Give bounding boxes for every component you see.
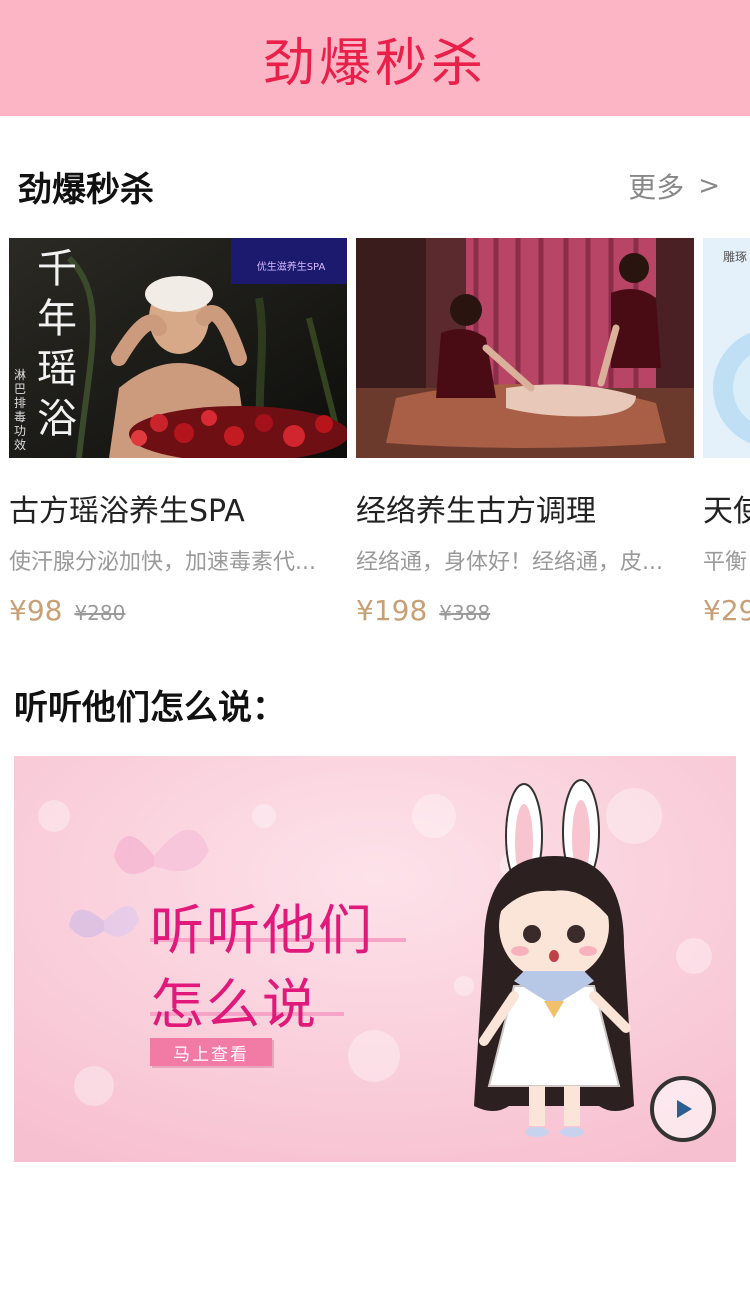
- product-title: 古方瑶浴养生SPA: [9, 494, 245, 529]
- flash-sale-carousel[interactable]: 优生滋养生SPA 千年瑶浴 淋巴排毒功效 古方瑶浴养生SPA 使汗腺分泌加快，加…: [0, 238, 750, 628]
- more-link[interactable]: 更多 >: [628, 166, 720, 206]
- product-image[interactable]: 雕琢: [703, 238, 750, 458]
- product-card[interactable]: 雕琢 天使 平衡 ¥29: [703, 238, 750, 627]
- price-current: ¥198: [356, 594, 428, 627]
- price-original: ¥280: [74, 601, 126, 625]
- product-price: ¥198 ¥388: [356, 594, 694, 627]
- chevron-right-icon: >: [698, 171, 720, 201]
- product-title: 天使: [703, 494, 750, 529]
- top-bar: 劲爆秒杀: [0, 0, 750, 116]
- product-card[interactable]: 经络养生古方调理 经络通，身体好！经络通，皮... ¥198 ¥388: [356, 238, 694, 627]
- more-label: 更多: [628, 171, 685, 204]
- product-image[interactable]: 优生滋养生SPA 千年瑶浴 淋巴排毒功效: [9, 238, 347, 458]
- product-desc: 平衡: [703, 550, 748, 575]
- testimonials-banner[interactable]: 听听他们 怎么说 马上查看: [14, 756, 736, 1162]
- product-desc: 使汗腺分泌加快，加速毒素代...: [9, 550, 316, 575]
- image-vertical-title: 千年瑶浴: [37, 246, 77, 442]
- product-image[interactable]: [356, 238, 694, 458]
- flash-sale-header: 劲爆秒杀 更多 >: [0, 150, 750, 220]
- flash-sale-title: 劲爆秒杀: [18, 170, 154, 210]
- price-current: ¥98: [9, 594, 63, 627]
- price-original: ¥388: [439, 601, 491, 625]
- spa-logo-text: 优生滋养生SPA: [257, 260, 326, 273]
- play-icon: [677, 1100, 692, 1118]
- product-card[interactable]: 优生滋养生SPA 千年瑶浴 淋巴排毒功效 古方瑶浴养生SPA 使汗腺分泌加快，加…: [9, 238, 347, 627]
- price-current: ¥29: [703, 594, 750, 627]
- testimonials-title: 听听他们怎么说：: [14, 688, 286, 728]
- image-corner-text: 雕琢: [723, 250, 748, 264]
- page-title: 劲爆秒杀: [262, 33, 487, 94]
- play-button[interactable]: [650, 1076, 716, 1142]
- view-now-button[interactable]: 马上查看: [150, 1038, 272, 1066]
- banner-headline-2: 怎么说: [150, 973, 318, 1036]
- product-price: ¥29: [703, 594, 750, 627]
- product-price: ¥98 ¥280: [9, 594, 347, 627]
- product-desc: 经络通，身体好！经络通，皮...: [356, 550, 663, 575]
- banner-headline-1: 听听他们: [150, 899, 374, 962]
- image-subtext: 淋巴排毒功效: [14, 368, 27, 452]
- product-title: 经络养生古方调理: [356, 494, 596, 529]
